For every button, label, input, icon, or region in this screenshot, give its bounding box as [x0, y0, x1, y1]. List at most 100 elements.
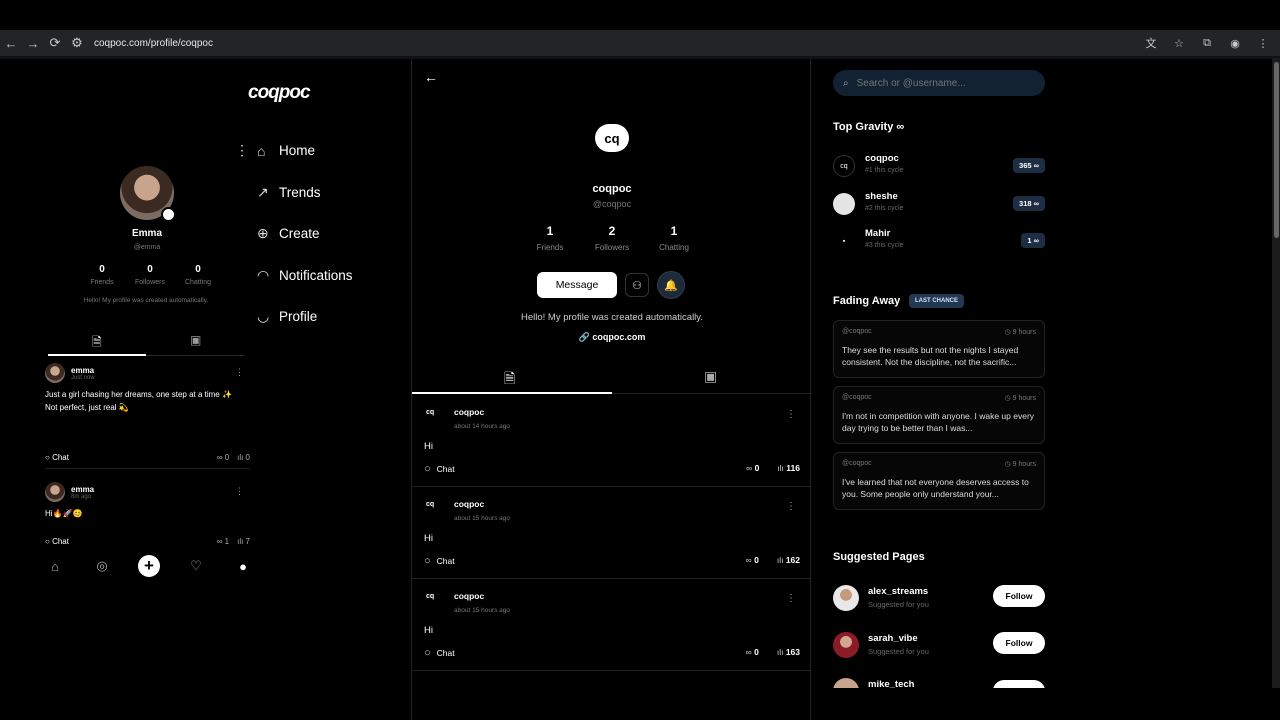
- avatar[interactable]: cq: [426, 593, 442, 609]
- reload-icon[interactable]: ⟳: [44, 32, 66, 54]
- extensions-icon[interactable]: ⧉: [1196, 32, 1218, 54]
- list-item[interactable]: @coqpoc ◷ 9 hours I'm not in competition …: [833, 386, 1045, 444]
- sidebar-item-create[interactable]: ⊕ Create: [235, 213, 353, 255]
- profile-icon[interactable]: ◉: [1224, 32, 1246, 54]
- score-badge: 1 ∞: [1021, 233, 1045, 248]
- stat-chatting[interactable]: 1 Chatting: [644, 224, 704, 252]
- chat-button[interactable]: ○ Chat: [45, 453, 69, 462]
- post-text: Hi: [424, 625, 433, 636]
- sidebar-item-notifications[interactable]: ◠ Notifications: [235, 255, 353, 297]
- suggest-name[interactable]: alex_streams: [868, 586, 928, 597]
- add-friend-icon[interactable]: ⚇: [625, 273, 649, 297]
- more-options-icon[interactable]: ⋮: [786, 501, 796, 512]
- fade-user[interactable]: @coqpoc: [842, 394, 872, 402]
- stat-followers[interactable]: 2 Followers: [582, 224, 642, 252]
- list-item[interactable]: emma 8m ago ⋮ Hi🔥🚀😊: [45, 482, 250, 521]
- chat-button[interactable]: ○ Chat: [45, 537, 69, 546]
- gravity-user[interactable]: Mahir: [865, 228, 890, 239]
- suggest-name[interactable]: sarah_vibe: [868, 633, 918, 644]
- post-author[interactable]: emma: [71, 485, 94, 494]
- table-row[interactable]: cq coqpoc about 15 hours ago ⋮ Hi ○ Chat …: [412, 579, 810, 671]
- user-icon[interactable]: ●: [232, 555, 254, 577]
- avatar[interactable]: [833, 678, 859, 688]
- list-item[interactable]: ▪ Mahir #3 this cycle 1 ∞: [833, 228, 1045, 256]
- back-icon[interactable]: ←: [0, 32, 22, 54]
- scrollbar-thumb[interactable]: [1274, 62, 1279, 238]
- more-options-icon[interactable]: ⋮: [786, 409, 796, 420]
- document-icon[interactable]: 🗎: [92, 333, 102, 354]
- list-item[interactable]: sarah_vibe Suggested for you Follow: [833, 632, 1045, 662]
- table-row[interactable]: cq coqpoc about 15 hours ago ⋮ Hi ○ Chat …: [412, 487, 810, 579]
- avatar[interactable]: cq: [833, 155, 855, 177]
- post-author[interactable]: coqpoc: [454, 499, 484, 509]
- avatar[interactable]: [833, 632, 859, 658]
- follow-button[interactable]: [993, 680, 1045, 688]
- site-info-icon[interactable]: ⚙: [66, 32, 88, 54]
- plus-icon[interactable]: +: [138, 555, 160, 577]
- profile-link[interactable]: 🔗 coqpoc.com: [412, 332, 812, 343]
- chat-button[interactable]: ○ Chat: [424, 463, 455, 475]
- table-row[interactable]: cq coqpoc about 14 hours ago ⋮ Hi ○ Chat …: [412, 395, 810, 487]
- compass-icon[interactable]: ◎: [91, 555, 113, 577]
- back-arrow-icon[interactable]: ←: [424, 69, 438, 85]
- avatar[interactable]: cq: [426, 501, 442, 517]
- star-icon[interactable]: ☆: [1168, 32, 1190, 54]
- last-chance-badge: LAST CHANCE: [909, 294, 964, 308]
- menu-icon[interactable]: ⋮: [1252, 32, 1274, 54]
- chat-button[interactable]: ○ Chat: [424, 555, 455, 567]
- top-gravity-title: Top Gravity ∞: [833, 121, 905, 133]
- list-item[interactable]: alex_streams Suggested for you Follow: [833, 585, 1045, 615]
- fade-user[interactable]: @coqpoc: [842, 328, 872, 336]
- trends-icon: ↗: [257, 183, 269, 200]
- more-options-icon[interactable]: ⋮: [786, 593, 796, 604]
- profile-avatar[interactable]: [120, 166, 176, 222]
- avatar[interactable]: ▪: [833, 230, 855, 252]
- message-button[interactable]: Message: [537, 272, 617, 298]
- chat-button[interactable]: ○ Chat: [424, 647, 455, 659]
- chat-icon: ○: [424, 647, 431, 659]
- more-options-icon[interactable]: ⋮: [235, 367, 244, 378]
- stat-friends[interactable]: 1 Friends: [520, 224, 580, 252]
- post-author[interactable]: coqpoc: [454, 407, 484, 417]
- sidebar-item-trends[interactable]: ↗ Trends: [235, 172, 353, 214]
- suggest-name[interactable]: mike_tech: [868, 679, 914, 688]
- os-top-bar: [0, 0, 1280, 30]
- list-item[interactable]: sheshe #2 this cycle 318 ∞: [833, 191, 1045, 219]
- list-item[interactable]: emma Just now ⋮ Just a girl chasing her …: [45, 363, 250, 414]
- avatar[interactable]: [833, 193, 855, 215]
- fade-user[interactable]: @coqpoc: [842, 460, 872, 468]
- avatar[interactable]: [45, 482, 65, 502]
- sidebar-item-profile[interactable]: ◡ Profile: [235, 296, 353, 338]
- app-logo[interactable]: coqpoc: [248, 82, 311, 104]
- gallery-icon[interactable]: ▣: [190, 333, 201, 347]
- avatar[interactable]: cq: [426, 409, 442, 425]
- gravity-user[interactable]: coqpoc: [865, 153, 899, 164]
- home-icon[interactable]: ⌂: [44, 555, 66, 577]
- sidebar-item-home[interactable]: ⋮ ⌂ Home: [235, 130, 353, 172]
- list-item[interactable]: @coqpoc ◷ 9 hours They see the results bu…: [833, 320, 1045, 378]
- post-author[interactable]: coqpoc: [454, 591, 484, 601]
- scrollbar[interactable]: [1272, 58, 1280, 688]
- list-item[interactable]: mike_tech: [833, 678, 1045, 688]
- translate-icon[interactable]: 文: [1140, 32, 1162, 54]
- more-options-icon[interactable]: ⋮: [235, 486, 244, 497]
- follow-button[interactable]: Follow: [993, 585, 1045, 607]
- follow-button[interactable]: Follow: [993, 632, 1045, 654]
- edit-avatar-icon[interactable]: [161, 207, 176, 222]
- link-count: ∞ 1: [216, 537, 230, 546]
- list-item[interactable]: @coqpoc ◷ 9 hours I've learned that not e…: [833, 452, 1045, 510]
- forward-icon[interactable]: →: [22, 32, 44, 54]
- document-icon[interactable]: 🗎: [504, 368, 515, 392]
- gravity-user[interactable]: sheshe: [865, 191, 898, 202]
- more-vert-icon[interactable]: ⋮: [235, 142, 257, 159]
- list-item[interactable]: cq coqpoc #1 this cycle 365 ∞: [833, 153, 1045, 181]
- heart-icon[interactable]: ♡: [185, 555, 207, 577]
- post-author[interactable]: emma: [71, 366, 95, 375]
- avatar[interactable]: [833, 585, 859, 611]
- gallery-icon[interactable]: ▣: [704, 368, 717, 385]
- url-text[interactable]: coqpoc.com/profile/coqpoc: [94, 38, 213, 49]
- search-bar[interactable]: ⌕: [833, 70, 1045, 96]
- bell-icon[interactable]: 🔔: [657, 271, 685, 299]
- search-input[interactable]: [856, 77, 1027, 89]
- avatar[interactable]: [45, 363, 65, 383]
